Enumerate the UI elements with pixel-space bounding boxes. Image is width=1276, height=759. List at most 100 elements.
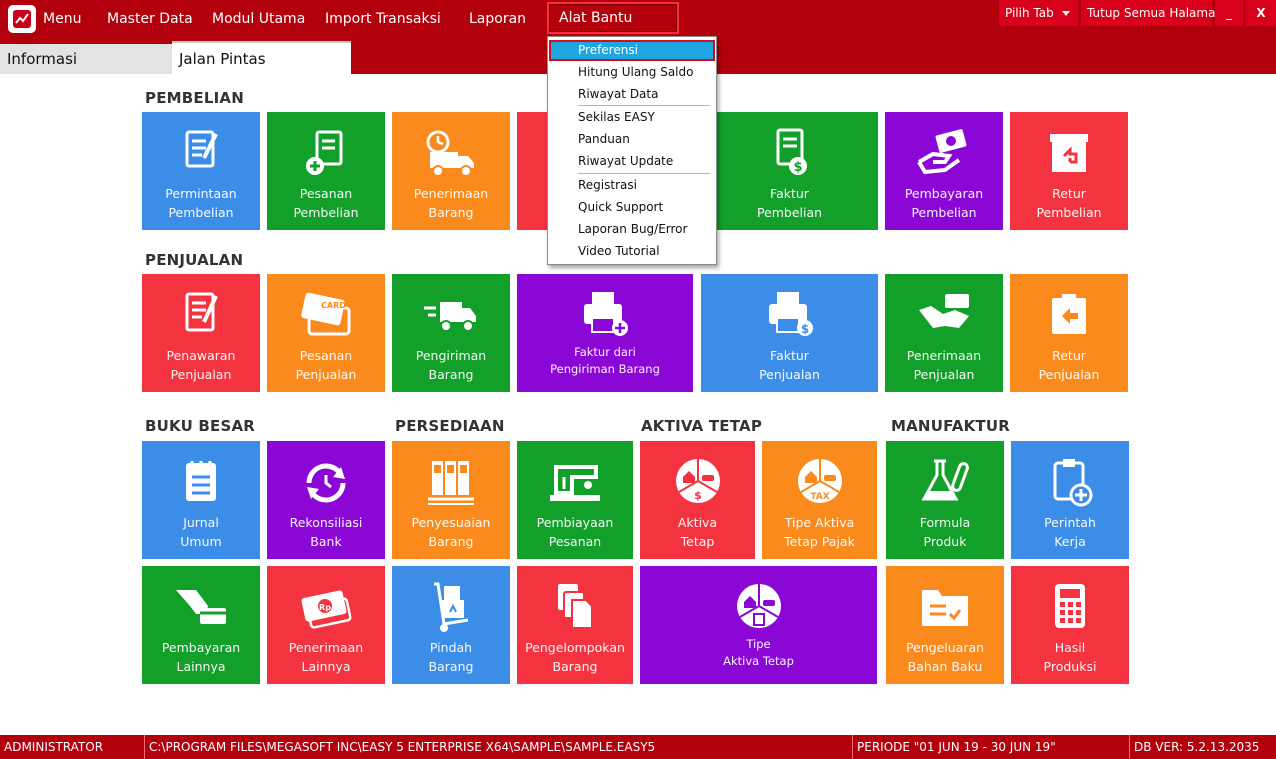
alat-bantu-dropdown: Preferensi Hitung Ulang Saldo Riwayat Da… <box>547 36 717 265</box>
menu-item-hitung-ulang-saldo[interactable]: Hitung Ulang Saldo <box>549 62 715 83</box>
calculator-icon <box>1011 580 1129 636</box>
tile-pengiriman-barang[interactable]: Pengiriman Barang <box>392 274 510 392</box>
tile-label: Retur Penjualan <box>1038 348 1100 382</box>
printer-dollar-icon: $ <box>701 288 878 344</box>
menu-import-transaksi[interactable]: Import Transaksi <box>325 7 441 31</box>
tile-pengeluaran-bahan-baku[interactable]: Pengeluaran Bahan Baku <box>886 566 1004 684</box>
status-path: C:\PROGRAM FILES\MEGASOFT INC\EASY 5 ENT… <box>145 735 853 759</box>
menu-item-sekilas-easy[interactable]: Sekilas EASY <box>549 107 715 128</box>
tile-label: Hasil Produksi <box>1043 640 1097 674</box>
tile-label: Tipe Aktiva Tetap <box>723 637 794 668</box>
tile-penerimaan-penjualan[interactable]: Penerimaan Penjualan <box>885 274 1003 392</box>
tile-label: Pembayaran Pembelian <box>904 186 984 220</box>
menu-item-video-tutorial[interactable]: Video Tutorial <box>549 241 715 262</box>
tile-pesanan-penjualan[interactable]: CARD Pesanan Penjualan <box>267 274 385 392</box>
menu-item-laporan-bug[interactable]: Laporan Bug/Error <box>549 219 715 240</box>
menu-master-data[interactable]: Master Data <box>107 7 193 31</box>
tile-pindah-barang[interactable]: Pindah Barang <box>392 566 510 684</box>
tile-penyesuaian-barang[interactable]: Penyesuaian Barang <box>392 441 510 559</box>
tile-penawaran-penjualan[interactable]: Penawaran Penjualan <box>142 274 260 392</box>
app-logo-icon[interactable] <box>8 5 36 33</box>
tile-label: Pengelompokan Barang <box>525 640 625 674</box>
tile-faktur-penjualan[interactable]: $ Faktur Penjualan <box>701 274 878 392</box>
menu-item-riwayat-update[interactable]: Riwayat Update <box>549 151 715 172</box>
tile-retur-pembelian[interactable]: Retur Pembelian <box>1010 112 1128 230</box>
menu-laporan[interactable]: Laporan <box>469 7 526 31</box>
menu-item-registrasi[interactable]: Registrasi <box>549 175 715 196</box>
tile-tipe-aktiva-tetap[interactable]: Tipe Aktiva Tetap <box>640 566 877 684</box>
tab-informasi[interactable]: Informasi <box>0 44 172 74</box>
tab-jalan-pintas[interactable]: Jalan Pintas <box>172 41 351 74</box>
tile-pembiayaan-pesanan[interactable]: Pembiayaan Pesanan <box>517 441 633 559</box>
tutup-semua-button[interactable]: Tutup Semua Halaman <box>1081 0 1223 26</box>
tile-penerimaan-barang[interactable]: Penerimaan Barang <box>392 112 510 230</box>
tile-faktur-dari-pengiriman[interactable]: Faktur dari Pengiriman Barang <box>517 274 693 392</box>
sewing-machine-icon <box>517 455 633 511</box>
tile-label: Penerimaan Lainnya <box>288 640 364 674</box>
tile-label: Formula Produk <box>919 515 971 549</box>
tile-penerimaan-lainnya[interactable]: Rp Penerimaan Lainnya <box>267 566 385 684</box>
tile-label: Penerimaan Barang <box>413 186 489 220</box>
section-aktiva-tetap: AKTIVA TETAP <box>641 417 763 435</box>
shelves-icon <box>392 455 510 511</box>
tile-label: Faktur dari Pengiriman Barang <box>550 345 660 376</box>
tile-label: Tipe Aktiva Tetap Pajak <box>784 515 855 549</box>
tile-retur-penjualan[interactable]: Retur Penjualan <box>1010 274 1128 392</box>
invoice-dollar-icon: $ <box>701 126 878 182</box>
hand-money-icon <box>885 126 1003 182</box>
tile-rekonsiliasi-bank[interactable]: Rekonsiliasi Bank <box>267 441 385 559</box>
tile-hasil-produksi[interactable]: Hasil Produksi <box>1011 566 1129 684</box>
svg-text:CARD: CARD <box>321 301 346 310</box>
menu-item-riwayat-data[interactable]: Riwayat Data <box>549 84 715 105</box>
delivery-truck-clock-icon <box>392 126 510 182</box>
section-manufaktur: MANUFAKTUR <box>891 417 1010 435</box>
tile-label: Faktur Pembelian <box>756 186 823 220</box>
printer-add-icon <box>517 288 693 344</box>
document-edit-icon <box>142 288 260 344</box>
tile-jurnal-umum[interactable]: Jurnal Umum <box>142 441 260 559</box>
tile-label: Jurnal Umum <box>180 515 222 549</box>
tile-aktiva-tetap[interactable]: $ Aktiva Tetap <box>640 441 755 559</box>
tile-label: Penerimaan Penjualan <box>906 348 982 382</box>
tile-faktur-pembelian[interactable]: $ Faktur Pembelian <box>701 112 878 230</box>
svg-text:$: $ <box>800 322 808 336</box>
tile-perintah-kerja[interactable]: Perintah Kerja <box>1011 441 1129 559</box>
svg-text:Rp: Rp <box>319 603 331 612</box>
status-db-version: DB VER: 5.2.13.2035 <box>1134 740 1260 754</box>
caret-down-icon <box>1061 11 1070 16</box>
tile-label: Pesanan Pembelian <box>293 186 359 220</box>
minimize-button[interactable]: _ <box>1215 0 1243 26</box>
menu-item-panduan[interactable]: Panduan <box>549 129 715 150</box>
menu-separator <box>578 105 710 106</box>
app-window: Menu Master Data Modul Utama Import Tran… <box>0 0 1276 759</box>
pilih-tab-label: Pilih Tab <box>1005 6 1054 20</box>
tile-label: Perintah Kerja <box>1044 515 1096 549</box>
tile-formula-produk[interactable]: Formula Produk <box>886 441 1004 559</box>
tile-tipe-aktiva-tetap-pajak[interactable]: TAX Tipe Aktiva Tetap Pajak <box>762 441 877 559</box>
tile-pembayaran-lainnya[interactable]: Pembayaran Lainnya <box>142 566 260 684</box>
section-pembelian: PEMBELIAN <box>145 89 244 107</box>
menu-item-quick-support[interactable]: Quick Support <box>549 197 715 218</box>
section-persediaan: PERSEDIAAN <box>395 417 505 435</box>
return-arrow-box-icon <box>1010 288 1128 344</box>
tile-label: Pembayaran Lainnya <box>161 640 241 674</box>
menu-main[interactable]: Menu <box>43 7 81 31</box>
tile-permintaan-pembelian[interactable]: Permintaan Pembelian <box>142 112 260 230</box>
menu-item-preferensi[interactable]: Preferensi <box>549 40 715 61</box>
tile-pengelompokan-barang[interactable]: Pengelompokan Barang <box>517 566 633 684</box>
close-button[interactable]: X <box>1246 0 1276 26</box>
menu-modul-utama[interactable]: Modul Utama <box>212 7 305 31</box>
tile-label: Pindah Barang <box>428 640 474 674</box>
files-stack-icon <box>517 580 633 636</box>
tile-label: Faktur Penjualan <box>759 348 820 382</box>
tile-label: Penawaran Penjualan <box>166 348 236 382</box>
clipboard-add-icon <box>1011 455 1129 511</box>
tile-label: Pengiriman Barang <box>415 348 487 382</box>
money-rp-icon: Rp <box>267 580 385 636</box>
menu-alat-bantu[interactable]: Alat Bantu <box>547 2 679 34</box>
tile-pembayaran-pembelian[interactable]: Pembayaran Pembelian <box>885 112 1003 230</box>
sync-clock-icon <box>267 455 385 511</box>
tile-label: Aktiva Tetap <box>677 515 718 549</box>
pilih-tab-button[interactable]: Pilih Tab <box>999 0 1078 26</box>
tile-pesanan-pembelian[interactable]: Pesanan Pembelian <box>267 112 385 230</box>
